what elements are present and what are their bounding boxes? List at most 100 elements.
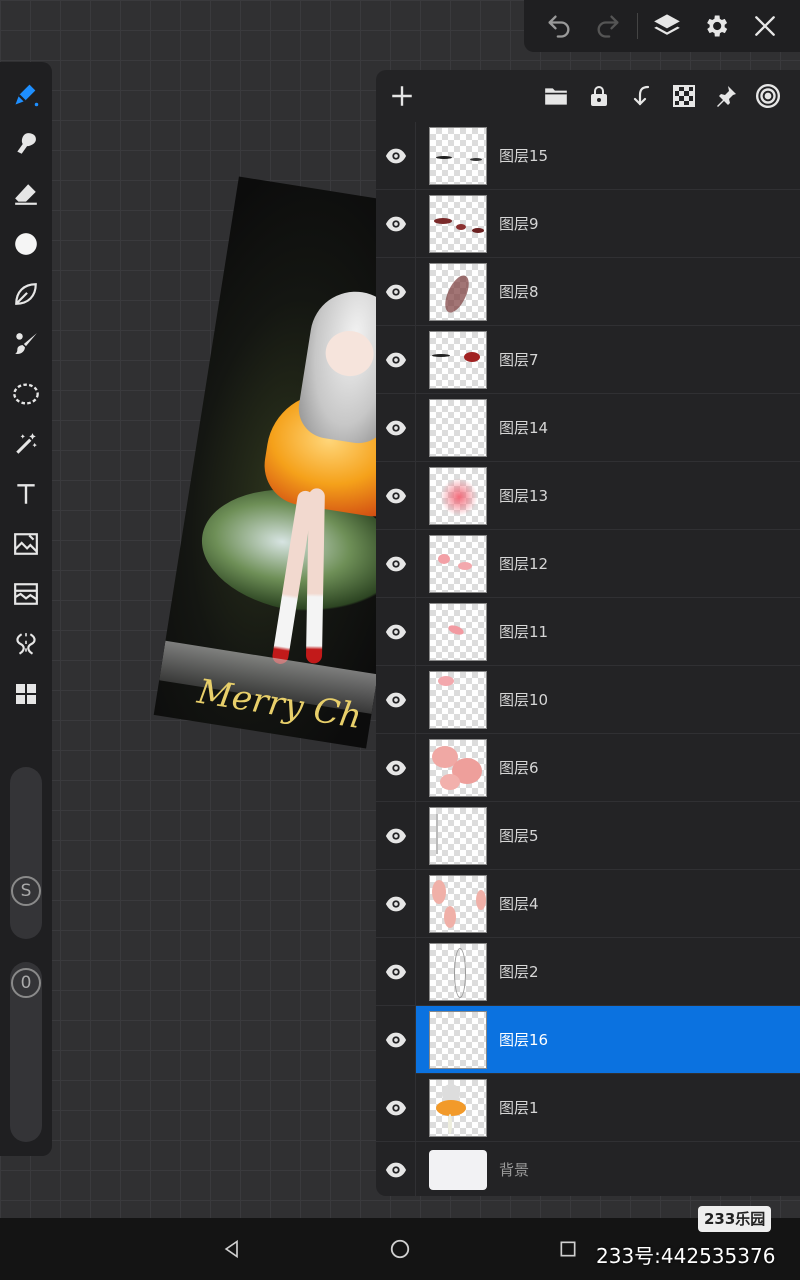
layers-button[interactable]: [647, 6, 687, 46]
layer-row[interactable]: 图层10: [376, 666, 800, 734]
layer-name: 图层2: [499, 963, 539, 981]
layer-name: 图层15: [499, 147, 549, 165]
eye-icon: [385, 420, 406, 436]
layer-reference-button[interactable]: [748, 76, 788, 116]
layers-icon: [654, 14, 680, 35]
layer-visibility-toggle[interactable]: [376, 666, 416, 734]
layer-name: 图层6: [499, 759, 539, 777]
layers-panel-header: [376, 70, 800, 122]
eye-icon: [385, 556, 406, 572]
layer-name: 图层11: [499, 623, 549, 641]
layer-visibility-toggle[interactable]: [376, 122, 416, 190]
redo-button[interactable]: [588, 6, 628, 46]
layer-name: 图层10: [499, 691, 549, 709]
nav-recents-button[interactable]: [552, 1233, 584, 1265]
layer-visibility-toggle[interactable]: [376, 870, 416, 938]
add-layer-button[interactable]: [382, 76, 422, 116]
text-tool[interactable]: [6, 474, 46, 514]
layer-visibility-toggle[interactable]: [376, 938, 416, 1006]
layer-row[interactable]: 图层4: [376, 870, 800, 938]
layer-row-selected[interactable]: 图层16: [376, 1006, 800, 1074]
eye-icon: [385, 1100, 406, 1116]
merge-down-icon: [633, 85, 650, 106]
layer-visibility-toggle[interactable]: [376, 734, 416, 802]
toolbar-divider: [636, 13, 638, 39]
adjust-image-icon: [14, 583, 38, 605]
layer-thumbnail: [429, 535, 487, 593]
recents-square-icon: [560, 1241, 576, 1257]
brush-opacity-knob[interactable]: 0: [11, 968, 41, 998]
nav-back-button[interactable]: [216, 1233, 248, 1265]
layer-row[interactable]: 图层15: [376, 122, 800, 190]
layer-row[interactable]: 图层5: [376, 802, 800, 870]
layer-thumbnail: [429, 331, 487, 389]
layer-visibility-toggle[interactable]: [376, 1006, 416, 1074]
lasso-tool[interactable]: [6, 374, 46, 414]
layer-thumbnail: [429, 603, 487, 661]
eye-icon: [385, 896, 406, 912]
layer-visibility-toggle[interactable]: [376, 394, 416, 462]
layer-visibility-toggle[interactable]: [376, 530, 416, 598]
home-circle-icon: [390, 1239, 410, 1259]
layer-row[interactable]: 图层1: [376, 1074, 800, 1142]
merge-down-button[interactable]: [622, 76, 662, 116]
layer-visibility-toggle[interactable]: [376, 1142, 416, 1196]
plus-icon: [392, 86, 412, 106]
paint-brush-icon: [15, 333, 37, 354]
settings-button[interactable]: [696, 6, 736, 46]
layer-visibility-toggle[interactable]: [376, 190, 416, 258]
lock-layer-button[interactable]: [579, 76, 619, 116]
layer-thumbnail: [429, 1079, 487, 1137]
eraser-tool[interactable]: [6, 174, 46, 214]
clipping-mask-button[interactable]: [706, 76, 746, 116]
undo-button[interactable]: [539, 6, 579, 46]
layer-visibility-toggle[interactable]: [376, 326, 416, 394]
layers-panel: 图层15 图层9 图层8 图层7 图层14 图层13 图层12 图层11 图层1…: [376, 70, 800, 1196]
close-button[interactable]: [745, 6, 785, 46]
layer-row-background[interactable]: 背景: [376, 1142, 800, 1196]
adjust-tool[interactable]: [6, 574, 46, 614]
layer-thumbnail: [429, 1011, 487, 1069]
layer-visibility-toggle[interactable]: [376, 1074, 416, 1142]
eraser-icon: [15, 184, 37, 205]
brush-size-knob[interactable]: S: [11, 876, 41, 906]
color-picker-tool[interactable]: [6, 224, 46, 264]
nav-home-button[interactable]: [384, 1233, 416, 1265]
magic-wand-tool[interactable]: [6, 424, 46, 464]
layer-row[interactable]: 图层6: [376, 734, 800, 802]
layer-visibility-toggle[interactable]: [376, 462, 416, 530]
layer-group-button[interactable]: [536, 76, 576, 116]
blend-brush-tool[interactable]: [6, 324, 46, 364]
layer-row[interactable]: 图层9: [376, 190, 800, 258]
layer-name: 图层7: [499, 351, 539, 369]
more-tools[interactable]: [6, 674, 46, 714]
liquify-tool[interactable]: [6, 274, 46, 314]
eye-icon: [385, 828, 406, 844]
magic-wand-icon: [16, 433, 37, 454]
smudge-icon: [17, 133, 36, 154]
layer-row[interactable]: 图层2: [376, 938, 800, 1006]
image-icon: [14, 533, 38, 555]
layer-row[interactable]: 图层11: [376, 598, 800, 666]
symmetry-tool[interactable]: [6, 624, 46, 664]
layer-row[interactable]: 图层13: [376, 462, 800, 530]
close-icon: [755, 16, 776, 36]
layer-name: 图层4: [499, 895, 539, 913]
target-icon: [755, 83, 781, 109]
brush-size-slider[interactable]: [10, 767, 42, 939]
layer-row[interactable]: 图层14: [376, 394, 800, 462]
image-transform-tool[interactable]: [6, 524, 46, 564]
layer-visibility-toggle[interactable]: [376, 598, 416, 666]
brush-tool[interactable]: [6, 74, 46, 114]
back-triangle-icon: [224, 1239, 238, 1259]
folder-icon: [545, 88, 567, 105]
layer-visibility-toggle[interactable]: [376, 802, 416, 870]
layer-row[interactable]: 图层12: [376, 530, 800, 598]
eye-icon: [385, 964, 406, 980]
eye-icon: [385, 148, 406, 164]
layer-row[interactable]: 图层8: [376, 258, 800, 326]
transparency-lock-button[interactable]: [664, 76, 704, 116]
layer-row[interactable]: 图层7: [376, 326, 800, 394]
layer-visibility-toggle[interactable]: [376, 258, 416, 326]
smudge-tool[interactable]: [6, 124, 46, 164]
